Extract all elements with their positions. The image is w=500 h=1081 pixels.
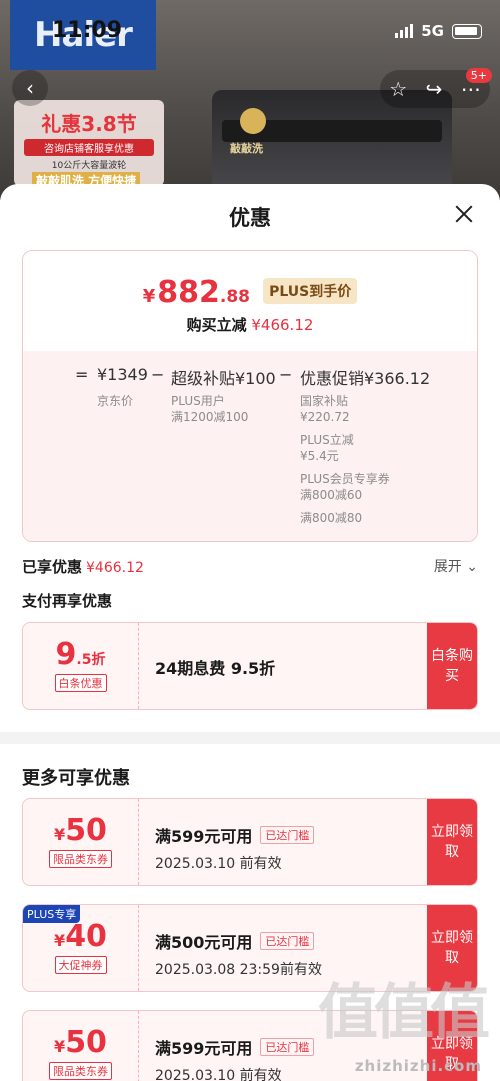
back-button[interactable]: ‹ (12, 70, 48, 106)
coupon-type: 限品类东券 (49, 850, 112, 868)
baitiao-discount: 9.5折 (55, 637, 106, 672)
battery-icon (452, 23, 482, 39)
notification-badge: 5+ (465, 68, 492, 83)
coupon-condition: 满599元可用 (155, 827, 253, 846)
final-price: ¥ 882 .88 (142, 275, 251, 310)
price-card: ¥ 882 .88 PLUS到手价 购买立减 ¥466.12 = ¥1349 −… (22, 250, 478, 542)
enjoyed-discount: 已享优惠 ¥466.12 (22, 558, 144, 576)
formula-minus: − (279, 365, 293, 384)
coupon-expiry: 2025.03.10 前有效 (155, 1068, 282, 1081)
baitiao-tag: 白条优惠 (54, 674, 107, 692)
promo-note: 满800减80 (300, 511, 363, 525)
jd-price-label: 京东价 (97, 394, 134, 408)
subsidy-note: 满1200减100 (171, 410, 249, 424)
promo-note: 国家补贴 (300, 394, 349, 408)
star-icon[interactable]: ☆ (389, 77, 407, 101)
coupon-condition: 满500元可用 (155, 933, 253, 952)
promo-discount: 优惠促销¥366.12 (300, 369, 431, 388)
promo-note: ¥220.72 (300, 410, 350, 424)
promo-note: PLUS立减 (300, 433, 354, 447)
coupon-expiry: 2025.03.10 前有效 (155, 856, 282, 872)
baitiao-card: 9.5折 白条优惠 24期息费 9.5折 白条购买 (22, 622, 478, 710)
promo-note: PLUS会员专享券 (300, 472, 390, 486)
coupon-type: 限品类东券 (49, 1062, 112, 1080)
coupon-card: ¥50 限品类东券 满599元可用 已达门槛 2025.03.10 前有效 立即领… (22, 798, 478, 886)
share-icon[interactable]: ↪ (426, 77, 443, 101)
chevron-down-icon: ⌄ (466, 559, 478, 575)
coupon-condition: 满599元可用 (155, 1039, 253, 1058)
promo-desc: 10公斤大容量波轮 (51, 161, 127, 171)
expand-toggle[interactable]: 展开 ⌄ (434, 556, 478, 576)
subsidy-note: PLUS用户 (171, 394, 225, 408)
threshold-badge: 已达门槛 (260, 826, 315, 844)
formula-minus: − (151, 365, 165, 384)
washer-label: 敲敲洗 (230, 142, 263, 155)
close-icon[interactable] (452, 202, 476, 226)
pay-more-label: 支付再享优惠 (22, 592, 113, 610)
network-type: 5G (421, 22, 444, 40)
threshold-badge: 已达门槛 (260, 932, 315, 950)
sheet-title: 优惠 (229, 206, 271, 230)
section-divider (0, 732, 500, 744)
status-indicators: 5G (395, 22, 482, 40)
coupon-amount: ¥50 (54, 1025, 107, 1060)
coupon-amount: ¥50 (54, 813, 107, 848)
hand-icon (240, 108, 266, 134)
baitiao-buy-button[interactable]: 白条购买 (427, 623, 477, 709)
plus-price-badge: PLUS到手价 (263, 278, 358, 304)
threshold-badge: 已达门槛 (260, 1038, 315, 1056)
status-time: 11:09 (52, 18, 123, 43)
jd-price: ¥1349 (97, 365, 148, 384)
coupon-type: 大促神券 (54, 956, 107, 974)
more-discounts-title: 更多可享优惠 (22, 768, 130, 789)
promo-title: 礼惠3.8节 (41, 112, 137, 136)
formula-equals: = (75, 365, 89, 384)
watermark-logo: 值值值 (318, 978, 490, 1048)
chevron-left-icon: ‹ (26, 76, 34, 100)
promo-note: ¥5.4元 (300, 449, 339, 463)
promo-note: 满800减60 (300, 488, 363, 502)
claim-button[interactable]: 立即领取 (427, 799, 477, 885)
watermark-site: zhizhizhi.com (354, 1057, 482, 1075)
super-subsidy: 超级补贴¥100 (171, 369, 276, 388)
discount-sheet: 优惠 ¥ 882 .88 PLUS到手价 购买立减 ¥466.12 = ¥134… (0, 184, 500, 1081)
baitiao-desc: 24期息费 9.5折 (155, 659, 276, 678)
signal-icon (395, 24, 414, 38)
price-formula: = ¥1349 − 超级补贴¥100 − 优惠促销¥366.12 京东价 PLU… (23, 351, 477, 541)
coupon-amount: ¥40 (54, 919, 107, 954)
coupon-expiry: 2025.03.08 23:59前有效 (155, 962, 322, 978)
promo-subtitle: 咨询店铺客服享优惠 (24, 139, 154, 156)
reduce-summary: 购买立减 ¥466.12 (186, 316, 314, 334)
